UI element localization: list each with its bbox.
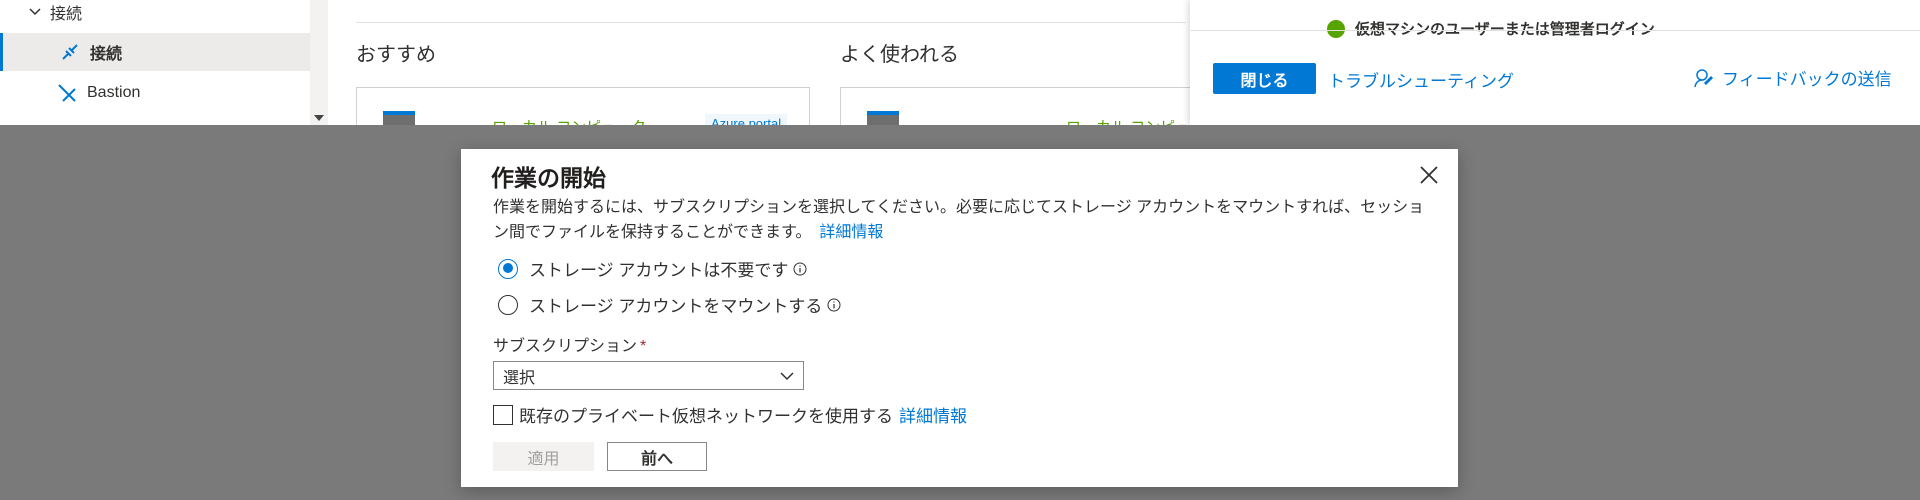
close-button[interactable]: 閉じる — [1213, 63, 1316, 94]
feedback-link[interactable]: フィードバックの送信 — [1692, 65, 1892, 90]
radio-mount-storage[interactable]: ストレージ アカウントをマウントする — [498, 292, 841, 317]
subscription-dropdown[interactable]: 選択 — [493, 361, 804, 390]
frequent-card[interactable]: … ローカル コンピュー — [840, 87, 1205, 125]
subscription-label-text: サブスクリプション — [493, 338, 638, 355]
chevron-down-icon — [780, 372, 794, 381]
getting-started-dialog: 作業の開始 作業を開始するには、サブスクリプションを選択してください。必要に応じ… — [461, 149, 1458, 487]
check-text: 仮想マシンのユーザーまたは管理者ログイン — [1355, 21, 1655, 38]
info-icon[interactable] — [793, 262, 807, 276]
main-content: おすすめ よく使われる ローカル コンピューター Azure portal … … — [328, 0, 1205, 125]
sidebar: 接続 接続 Bastion — [0, 0, 313, 125]
recommended-card[interactable]: ローカル コンピューター Azure portal — [356, 87, 810, 125]
card-text: ローカル コンピューター — [492, 116, 661, 125]
sidebar-group-label: 接続 — [50, 6, 83, 23]
troubleshoot-panel: 仮想マシンのユーザーまたは管理者ログイン 閉じる トラブルシューティング フィー… — [1190, 0, 1920, 125]
portal-background: 接続 接続 Bastion おすすめ よく使われる ローカル コンピューター A… — [0, 0, 1920, 125]
card-tag: Azure portal — [705, 114, 788, 125]
radio-label: ストレージ アカウントは不要です — [529, 261, 789, 280]
previous-button[interactable]: 前へ — [607, 442, 707, 471]
radio-button[interactable] — [498, 294, 518, 315]
sidebar-item-connect[interactable]: 接続 — [0, 33, 313, 71]
frequent-title: よく使われる — [840, 44, 959, 66]
subscription-label: サブスクリプション * — [493, 332, 646, 356]
vnet-checkbox-row[interactable]: 既存のプライベート仮想ネットワークを使用する 詳細情報 — [493, 402, 967, 427]
bastion-icon — [55, 83, 79, 103]
sidebar-scrollbar[interactable] — [310, 0, 328, 125]
success-check-icon — [1327, 19, 1345, 38]
radio-button[interactable] — [498, 258, 518, 279]
learn-more-link[interactable]: 詳細情報 — [819, 224, 883, 241]
computer-icon — [383, 111, 415, 125]
sidebar-item-label: 接続 — [90, 46, 123, 63]
feedback-label: フィードバックの送信 — [1722, 70, 1892, 89]
scroll-down-arrow-icon[interactable] — [314, 115, 324, 121]
close-icon[interactable] — [1417, 163, 1441, 187]
radio-no-storage[interactable]: ストレージ アカウントは不要です — [498, 256, 807, 281]
more-icon: … — [961, 116, 976, 125]
dialog-description: 作業を開始するには、サブスクリプションを選択してください。必要に応じてストレージ… — [493, 195, 1428, 245]
vnet-learn-more-link[interactable]: 詳細情報 — [899, 402, 967, 427]
required-mark: * — [640, 338, 647, 355]
link-icon — [58, 42, 82, 62]
sidebar-item-bastion[interactable]: Bastion — [0, 74, 310, 112]
card-text: ローカル コンピュー — [1066, 116, 1205, 125]
chevron-down-icon — [29, 8, 41, 16]
apply-button[interactable]: 適用 — [493, 442, 594, 471]
recommended-title: おすすめ — [356, 44, 436, 66]
description-text: 作業を開始するには、サブスクリプションを選択してください。必要に応じてストレージ… — [493, 199, 1425, 241]
subscription-value: 選択 — [503, 369, 536, 387]
troubleshooting-link[interactable]: トラブルシューティング — [1328, 67, 1514, 92]
sidebar-item-label: Bastion — [87, 84, 141, 101]
sidebar-group-connect[interactable]: 接続 — [28, 0, 82, 24]
computer-icon — [867, 111, 899, 125]
dialog-title: 作業の開始 — [491, 165, 606, 191]
radio-label: ストレージ アカウントをマウントする — [529, 297, 823, 316]
vnet-checkbox[interactable] — [493, 404, 513, 425]
info-icon[interactable] — [827, 298, 841, 312]
feedback-icon — [1694, 68, 1714, 87]
divider — [1190, 30, 1920, 31]
divider — [356, 22, 1186, 23]
check-item: 仮想マシンのユーザーまたは管理者ログイン — [1327, 18, 1655, 39]
vnet-label: 既存のプライベート仮想ネットワークを使用する — [519, 407, 893, 426]
